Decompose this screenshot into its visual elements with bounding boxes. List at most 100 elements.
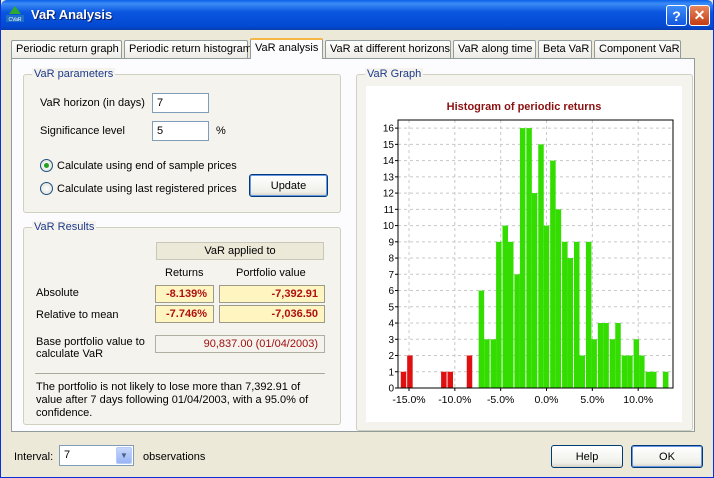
loss-bar bbox=[466, 355, 473, 388]
tab-periodic-return-histogram[interactable]: Periodic return histogram bbox=[124, 40, 252, 58]
window-title: VaR Analysis bbox=[31, 7, 113, 22]
histogram-bar bbox=[609, 339, 616, 388]
histogram-bar bbox=[574, 241, 580, 388]
x-tick-label: 5.0% bbox=[580, 394, 604, 406]
base-portfolio-value: 90,837.00 (01/04/2003) bbox=[155, 335, 325, 353]
x-tick-label: -15.0% bbox=[392, 394, 425, 406]
relative-returns-value: -7.746% bbox=[155, 305, 214, 323]
y-tick-label: 15 bbox=[383, 140, 395, 151]
histogram-bar bbox=[519, 128, 526, 388]
histogram-bar bbox=[484, 339, 490, 388]
interval-select-value: 7 bbox=[64, 449, 71, 461]
close-icon: ✕ bbox=[693, 7, 706, 23]
question-icon: ? bbox=[672, 7, 681, 24]
y-tick-label: 8 bbox=[388, 254, 394, 265]
histogram-bar bbox=[615, 323, 621, 388]
y-tick-label: 14 bbox=[383, 156, 395, 167]
histogram-bar bbox=[579, 355, 585, 388]
histogram-chart: Histogram of periodic returns 0123456789… bbox=[383, 101, 674, 406]
y-tick-label: 11 bbox=[384, 205, 395, 216]
ok-button[interactable]: OK bbox=[631, 445, 703, 468]
y-tick-label: 3 bbox=[388, 335, 394, 346]
radio-end-of-sample[interactable] bbox=[40, 159, 53, 172]
chevron-down-icon[interactable]: ▼ bbox=[116, 447, 132, 464]
y-tick-label: 10 bbox=[383, 221, 395, 232]
help-button[interactable]: Help bbox=[551, 445, 623, 468]
histogram-bar bbox=[526, 128, 532, 388]
y-tick-label: 1 bbox=[388, 367, 394, 378]
title-close-button[interactable]: ✕ bbox=[689, 5, 710, 26]
var-graph-title: VaR Graph bbox=[365, 68, 424, 80]
var-summary-text: The portfolio is not likely to lose more… bbox=[36, 381, 309, 419]
histogram-bar bbox=[633, 339, 640, 388]
histogram-bar bbox=[514, 274, 520, 388]
title-help-button[interactable]: ? bbox=[666, 5, 687, 26]
y-tick-label: 16 bbox=[383, 124, 395, 135]
histogram-bar bbox=[567, 258, 574, 388]
histogram-bar bbox=[490, 339, 497, 388]
base-label-line2: calculate VaR bbox=[36, 348, 104, 360]
histogram-bar bbox=[651, 371, 657, 388]
y-tick-label: 4 bbox=[388, 319, 394, 330]
chart-title: Histogram of periodic returns bbox=[447, 101, 602, 113]
histogram-bar bbox=[597, 323, 604, 388]
var-applied-header: VaR applied to bbox=[156, 242, 324, 260]
histogram-bar bbox=[502, 225, 508, 388]
percent-unit-label: % bbox=[216, 125, 226, 137]
radio-end-of-sample-label[interactable]: Calculate using end of sample prices bbox=[57, 160, 237, 172]
histogram-bar bbox=[555, 209, 562, 388]
title-bar[interactable]: CVaR VaR Analysis ? ✕ bbox=[1, 0, 713, 30]
svg-text:CVaR: CVaR bbox=[9, 17, 22, 23]
tab-var-different-horizons[interactable]: VaR at different horizons bbox=[325, 40, 451, 58]
histogram-bar bbox=[639, 355, 645, 388]
y-tick-label: 13 bbox=[383, 172, 395, 183]
histogram-bar bbox=[550, 160, 556, 388]
radio-last-registered-label[interactable]: Calculate using last registered prices bbox=[57, 183, 237, 195]
y-tick-label: 9 bbox=[388, 237, 394, 248]
histogram-bar bbox=[478, 290, 485, 388]
update-button-label: Update bbox=[270, 179, 307, 192]
significance-input[interactable]: 5 bbox=[152, 121, 209, 141]
histogram-chart-area: Histogram of periodic returns 0123456789… bbox=[366, 86, 682, 422]
interval-select[interactable]: 7 ▼ bbox=[59, 445, 134, 466]
horizon-label: VaR horizon (in days) bbox=[40, 97, 145, 109]
radio-selected-dot bbox=[44, 163, 49, 168]
histogram-bar bbox=[603, 323, 609, 388]
histogram-bar bbox=[585, 241, 592, 388]
histogram-bar bbox=[531, 193, 538, 388]
y-tick-label: 12 bbox=[383, 189, 395, 200]
tab-beta-var[interactable]: Beta VaR bbox=[538, 40, 592, 58]
tab-var-along-time[interactable]: VaR along time bbox=[453, 40, 536, 58]
y-tick-label: 7 bbox=[388, 270, 394, 281]
ok-button-label: OK bbox=[659, 450, 675, 463]
y-tick-label: 0 bbox=[388, 384, 394, 395]
row-absolute-label: Absolute bbox=[36, 287, 79, 299]
horizon-input[interactable]: 7 bbox=[152, 93, 209, 113]
histogram-bar bbox=[543, 225, 550, 388]
help-button-label: Help bbox=[575, 450, 599, 463]
interval-label: Interval: bbox=[14, 451, 54, 463]
y-tick-label: 5 bbox=[388, 302, 394, 313]
radio-last-registered[interactable] bbox=[40, 182, 53, 195]
var-parameters-title: VaR parameters bbox=[32, 68, 116, 80]
histogram-bar bbox=[591, 339, 597, 388]
tab-periodic-return-graph[interactable]: Periodic return graph bbox=[11, 40, 122, 58]
tab-var-analysis[interactable]: VaR analysis bbox=[250, 38, 323, 59]
histogram-bar bbox=[496, 241, 502, 388]
relative-portfolio-value: -7,036.50 bbox=[219, 305, 325, 323]
x-tick-label: -10.0% bbox=[438, 394, 471, 406]
histogram-bar bbox=[508, 241, 514, 388]
col-returns-header: Returns bbox=[165, 267, 204, 279]
histogram-bar bbox=[645, 371, 651, 388]
histogram-bar bbox=[562, 241, 568, 388]
x-tick-label: 10.0% bbox=[623, 394, 653, 406]
x-tick-label: -5.0% bbox=[487, 394, 514, 406]
loss-bar bbox=[407, 355, 413, 388]
var-analysis-window: CVaR VaR Analysis ? ✕ Periodic return gr… bbox=[0, 0, 714, 478]
y-tick-label: 2 bbox=[388, 351, 394, 362]
histogram-bar bbox=[627, 355, 633, 388]
histogram-bar bbox=[538, 144, 544, 388]
tab-component-var[interactable]: Component VaR bbox=[594, 40, 681, 58]
update-button[interactable]: Update bbox=[249, 174, 328, 197]
y-tick-label: 6 bbox=[388, 286, 394, 297]
